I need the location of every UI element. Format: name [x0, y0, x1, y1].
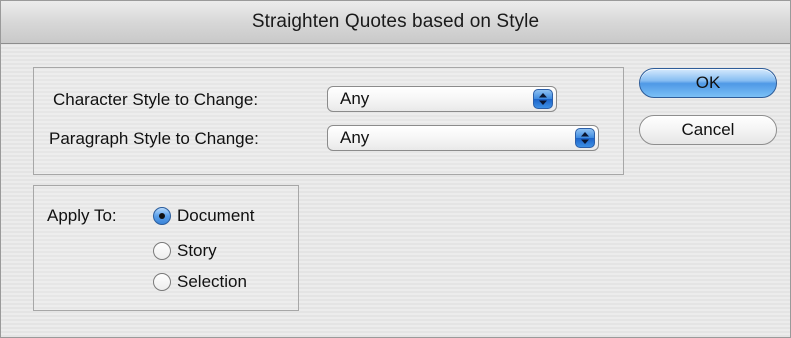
radio-selected-icon[interactable] — [153, 207, 171, 225]
paragraph-style-label: Paragraph Style to Change: — [49, 129, 259, 148]
character-style-popup[interactable]: Any — [327, 86, 557, 112]
radio-selection-label: Selection — [177, 272, 247, 291]
paragraph-style-popup[interactable]: Any — [327, 125, 599, 151]
radio-story[interactable]: Story — [153, 241, 217, 261]
radio-document-label: Document — [177, 206, 255, 225]
radio-story-label: Story — [177, 241, 217, 260]
radio-dot — [159, 213, 165, 219]
radio-document[interactable]: Document — [153, 206, 254, 226]
character-style-value: Any — [340, 89, 370, 108]
radio-empty-icon[interactable] — [153, 242, 171, 260]
character-style-label: Character Style to Change: — [53, 90, 259, 109]
title-bar[interactable]: Straighten Quotes based on Style — [1, 1, 790, 44]
radio-selection[interactable]: Selection — [153, 272, 247, 292]
updown-arrows-icon — [575, 128, 595, 148]
updown-arrows-icon — [533, 89, 553, 109]
styles-group — [33, 67, 624, 175]
apply-to-label: Apply To: — [47, 206, 117, 225]
radio-empty-icon[interactable] — [153, 273, 171, 291]
cancel-button[interactable]: Cancel — [639, 115, 777, 145]
ok-button[interactable]: OK — [639, 68, 777, 98]
dialog-window: Straighten Quotes based on Style Charact… — [0, 0, 791, 338]
paragraph-style-value: Any — [340, 128, 370, 147]
dialog-title: Straighten Quotes based on Style — [251, 11, 540, 32]
